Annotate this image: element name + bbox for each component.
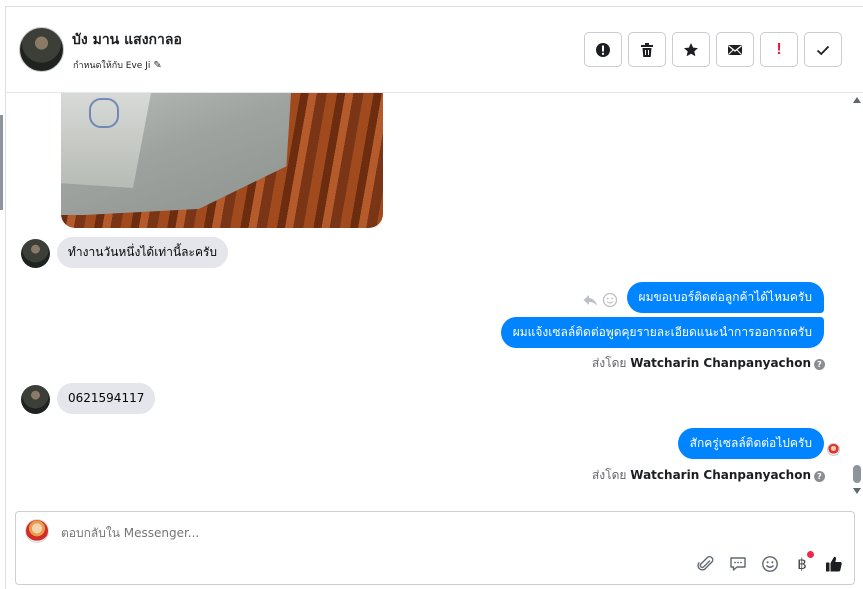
spam-button[interactable] bbox=[584, 32, 622, 67]
composer-toolbar: ฿ bbox=[696, 551, 844, 574]
paperclip-icon bbox=[697, 556, 714, 571]
assigned-to[interactable]: กำหนดให้กับ Eve Ji ✎ bbox=[73, 58, 162, 72]
thumbs-up-icon bbox=[826, 556, 842, 572]
help-icon[interactable]: ? bbox=[814, 471, 825, 482]
sender-avatar[interactable] bbox=[21, 239, 50, 268]
scrollbar-thumb[interactable] bbox=[853, 465, 861, 483]
reply-composer: ฿ bbox=[15, 511, 855, 585]
done-button[interactable] bbox=[804, 32, 842, 67]
sent-by-label: ส่งโดย Watcharin Chanpanyachon? bbox=[592, 466, 825, 485]
like-button[interactable] bbox=[824, 554, 844, 574]
alert-circle-icon bbox=[596, 42, 610, 57]
star-icon bbox=[684, 42, 698, 56]
incoming-message[interactable]: ทำงานวันหนึ่งได้เท่านี้ละครับ bbox=[57, 237, 229, 268]
emoji-button[interactable] bbox=[760, 554, 780, 574]
star-button[interactable] bbox=[672, 32, 710, 67]
reply-icon[interactable] bbox=[582, 292, 598, 308]
sent-by-label: ส่งโดย Watcharin Chanpanyachon? bbox=[592, 354, 825, 373]
trash-icon bbox=[641, 42, 653, 57]
exclamation-icon: ! bbox=[776, 40, 782, 58]
notification-dot bbox=[807, 551, 814, 558]
assigned-to-label: กำหนดให้กับ Eve Ji bbox=[73, 61, 151, 71]
envelope-icon bbox=[728, 44, 742, 55]
emoji-icon bbox=[762, 556, 778, 572]
pencil-icon[interactable]: ✎ bbox=[153, 60, 161, 71]
contact-avatar[interactable] bbox=[19, 27, 64, 72]
outgoing-message[interactable]: ผมขอเบอร์ติดต่อลูกค้าได้ไหมครับ bbox=[626, 282, 824, 313]
follow-up-button[interactable]: ! bbox=[760, 32, 798, 67]
saved-reply-icon bbox=[730, 557, 746, 571]
message-actions bbox=[582, 292, 618, 308]
incoming-message[interactable]: 0621594117 bbox=[57, 383, 156, 414]
conversation-toolbar: ! bbox=[584, 32, 842, 67]
photo-ink-mark bbox=[89, 98, 119, 128]
help-icon[interactable]: ? bbox=[814, 359, 825, 370]
conversation-header: บัง มาน แสงกาลอ กำหนดให้กับ Eve Ji ✎ ! bbox=[5, 7, 863, 93]
page-avatar bbox=[25, 519, 49, 543]
sent-by-agent[interactable]: Watcharin Chanpanyachon bbox=[630, 356, 811, 370]
contact-name[interactable]: บัง มาน แสงกาลอ bbox=[72, 29, 182, 51]
delete-button[interactable] bbox=[628, 32, 666, 67]
react-emoji-icon[interactable] bbox=[602, 292, 618, 308]
sender-avatar[interactable] bbox=[21, 385, 50, 414]
sent-by-prefix: ส่งโดย bbox=[591, 468, 627, 482]
left-scroll-indicator bbox=[0, 115, 3, 210]
sent-by-agent[interactable]: Watcharin Chanpanyachon bbox=[630, 468, 811, 482]
saved-reply-button[interactable] bbox=[728, 554, 748, 574]
scroll-down-arrow[interactable] bbox=[853, 488, 861, 494]
sent-by-prefix: ส่งโดย bbox=[591, 356, 627, 370]
baht-icon: ฿ bbox=[797, 555, 807, 573]
outgoing-message[interactable]: สักครู่เซลล์ติดต่อไปครับ bbox=[677, 428, 824, 459]
payment-button[interactable]: ฿ bbox=[792, 551, 814, 574]
scroll-up-arrow[interactable] bbox=[853, 97, 861, 103]
reply-input[interactable] bbox=[61, 526, 661, 540]
read-receipt-avatar bbox=[827, 443, 840, 456]
outgoing-message[interactable]: ผมแจ้งเซลล์ติดต่อพูดคุยรายละเอียดแนะนำกา… bbox=[500, 317, 824, 348]
check-icon bbox=[816, 45, 830, 55]
attached-photo[interactable] bbox=[61, 93, 383, 228]
attach-button[interactable] bbox=[696, 554, 716, 574]
mark-unread-button[interactable] bbox=[716, 32, 754, 67]
